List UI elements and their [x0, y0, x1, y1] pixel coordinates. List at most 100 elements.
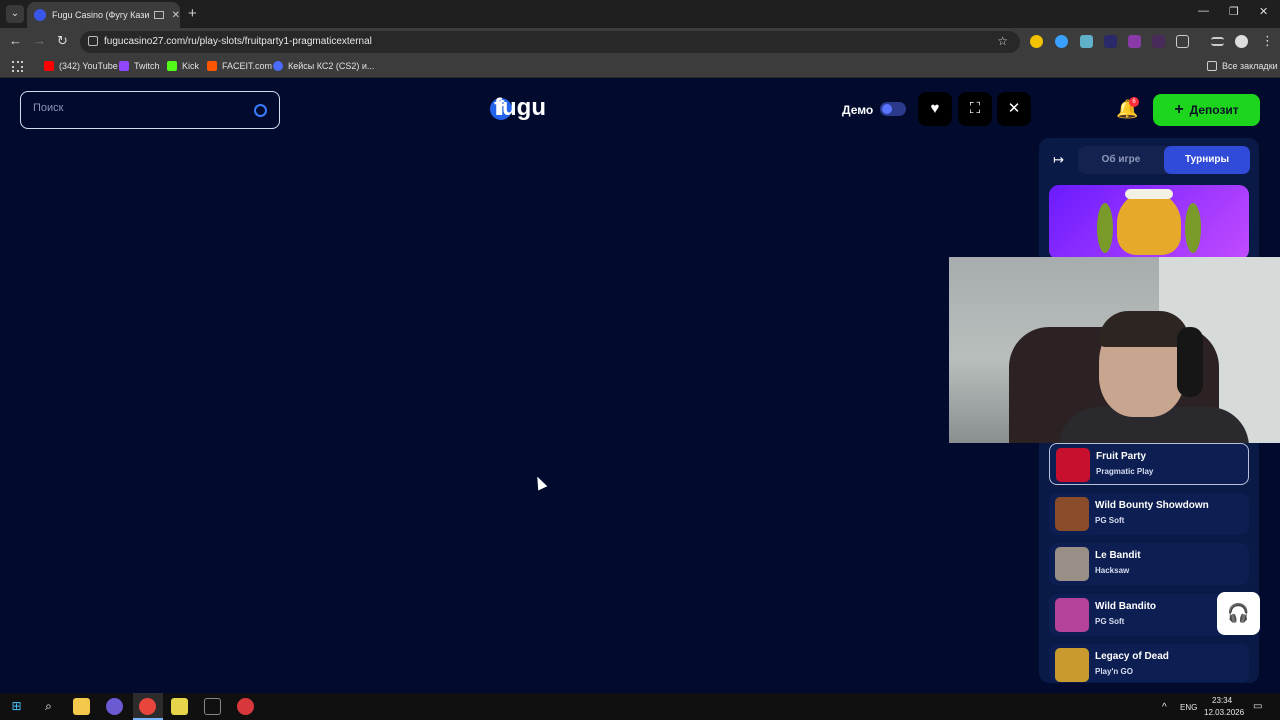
fullscreen-button[interactable]: ⛶ — [958, 92, 992, 126]
file-explorer-icon[interactable] — [73, 698, 90, 715]
close-icon: ✕ — [1007, 100, 1021, 117]
extension-icon[interactable] — [1055, 35, 1068, 48]
new-tab-icon[interactable]: + — [188, 5, 197, 22]
fugu-logo[interactable]: ffugu — [490, 94, 546, 122]
deposit-label: Депозит — [1189, 103, 1239, 117]
game-thumbnail — [1055, 598, 1089, 632]
game-thumbnail — [1055, 648, 1089, 682]
game-item-le-bandit[interactable]: Le Bandit Hacksaw — [1049, 543, 1249, 585]
tab-about-game[interactable]: Об игре — [1078, 146, 1164, 174]
game-provider: PG Soft — [1095, 617, 1125, 626]
extension-icon[interactable] — [1152, 35, 1165, 48]
restore-icon[interactable]: ❐ — [1229, 5, 1239, 18]
trophy-pearls — [1125, 189, 1173, 199]
folder-icon — [1207, 61, 1217, 71]
favorite-button[interactable]: ♥ — [918, 92, 952, 126]
extensions-puzzle-icon[interactable] — [1176, 35, 1189, 48]
headset-icon: 🎧 — [1227, 603, 1250, 623]
headphones-icon — [1177, 327, 1203, 397]
faceit-icon — [207, 61, 217, 71]
game-name: Le Bandit — [1095, 550, 1141, 561]
support-chat-button[interactable]: 🎧 — [1217, 592, 1260, 635]
clock-date[interactable]: 12.03.2026 — [1204, 708, 1244, 717]
app-icon[interactable] — [237, 698, 254, 715]
search-input[interactable] — [33, 102, 243, 114]
media-controls-icon[interactable] — [1211, 37, 1224, 46]
bookmark-cases[interactable]: Кейсы КС2 (CS2) и... — [273, 61, 374, 71]
bookmark-kick[interactable]: Kick — [167, 61, 199, 71]
extension-icon[interactable] — [1128, 35, 1141, 48]
webcam-person-hair — [1099, 311, 1189, 347]
webcam-overlay — [949, 257, 1280, 443]
profile-avatar-icon[interactable] — [1235, 35, 1248, 48]
demo-label: Демо — [842, 103, 874, 117]
chrome-icon[interactable] — [139, 698, 156, 715]
window-close-icon[interactable]: ✕ — [1259, 5, 1268, 18]
windows-start-icon[interactable]: ⊞ — [8, 698, 25, 715]
game-provider: Play'n GO — [1095, 667, 1133, 676]
panel-tabs: Об игре Турниры — [1078, 146, 1250, 174]
game-item-wild-bounty-showdown[interactable]: Wild Bounty Showdown PG Soft — [1049, 493, 1249, 535]
bookmark-youtube[interactable]: (342) YouTube — [44, 61, 118, 71]
tab-search-icon[interactable]: ⌄ — [6, 5, 24, 23]
media-icon — [153, 11, 164, 19]
extension-icon[interactable] — [1030, 35, 1043, 48]
back-icon[interactable]: ← — [9, 33, 22, 48]
search-icon[interactable] — [254, 104, 267, 117]
tab-tournaments[interactable]: Турниры — [1164, 146, 1250, 174]
game-name: Wild Bandito — [1095, 601, 1157, 612]
tab-close-icon[interactable]: ✕ — [172, 10, 180, 21]
extension-icon[interactable] — [1080, 35, 1093, 48]
game-item-fruit-party[interactable]: Fruit Party Pragmatic Play — [1049, 443, 1249, 485]
bookmark-faceit[interactable]: FACEIT.com — [207, 61, 272, 71]
game-provider: Pragmatic Play — [1096, 467, 1154, 476]
tray-chevron-icon[interactable]: ^ — [1162, 702, 1167, 713]
windows-taskbar: ⊞ ⌕ ^ ENG 23:34 12.03.2026 ▭ — [0, 693, 1280, 720]
reload-icon[interactable]: ↻ — [57, 33, 68, 49]
search-box[interactable] — [20, 91, 280, 129]
trophy-icon — [1117, 191, 1181, 255]
game-item-legacy-of-dead[interactable]: Legacy of Dead Play'n GO — [1049, 644, 1249, 682]
browser-tab[interactable]: Fugu Casino (Фугу Казино) ✕ — [27, 2, 180, 28]
forward-icon[interactable]: → — [33, 33, 46, 48]
notification-badge: 6 — [1129, 97, 1139, 107]
heart-icon: ♥ — [930, 100, 940, 117]
laurel-left-icon — [1097, 203, 1113, 253]
cases-icon — [273, 61, 283, 71]
url-text: fugucasino27.com/ru/play-slots/fruitpart… — [104, 36, 372, 47]
youtube-icon — [44, 61, 54, 71]
game-provider: Hacksaw — [1095, 566, 1130, 575]
tab-title: Fugu Casino (Фугу Казино) — [52, 10, 150, 20]
bookmarks-bar: (342) YouTube Twitch Kick FACEIT.com Кей… — [0, 56, 1280, 78]
clock-time[interactable]: 23:34 — [1212, 696, 1232, 705]
browser-toolbar: ← → ↻ fugucasino27.com/ru/play-slots/fru… — [0, 28, 1280, 56]
game-name: Wild Bounty Showdown — [1095, 500, 1209, 511]
game-thumbnail — [1055, 547, 1089, 581]
address-bar[interactable]: fugucasino27.com/ru/play-slots/fruitpart… — [80, 31, 1020, 53]
twitch-icon — [119, 61, 129, 71]
bookmark-star-icon[interactable]: ☆ — [997, 34, 1008, 48]
extension-icon[interactable] — [1104, 35, 1117, 48]
bookmark-twitch[interactable]: Twitch — [119, 61, 160, 71]
app-icon[interactable] — [106, 698, 123, 715]
language-indicator[interactable]: ENG — [1180, 703, 1197, 712]
game-thumbnail — [1056, 448, 1090, 482]
tournament-banner[interactable] — [1049, 185, 1249, 260]
close-game-button[interactable]: ✕ — [997, 92, 1031, 126]
game-thumbnail — [1055, 497, 1089, 531]
collapse-panel-icon[interactable]: ↦ — [1053, 152, 1064, 168]
mouse-cursor-icon — [532, 474, 548, 491]
notifications-icon[interactable]: ▭ — [1253, 701, 1262, 712]
app-icon[interactable] — [204, 698, 221, 715]
game-name: Legacy of Dead — [1095, 651, 1169, 662]
minimize-icon[interactable]: — — [1198, 5, 1209, 17]
site-info-icon[interactable] — [88, 36, 98, 46]
demo-toggle[interactable] — [880, 102, 906, 116]
all-bookmarks[interactable]: Все закладки — [1207, 61, 1278, 71]
apps-grid-icon[interactable] — [12, 61, 23, 72]
taskbar-search-icon[interactable]: ⌕ — [40, 698, 57, 715]
browser-tab-strip: ⌄ Fugu Casino (Фугу Казино) ✕ + — ❐ ✕ — [0, 0, 1280, 28]
browser-menu-icon[interactable]: ⋮ — [1261, 33, 1274, 49]
app-icon[interactable] — [171, 698, 188, 715]
deposit-button[interactable]: + Депозит — [1153, 94, 1260, 126]
